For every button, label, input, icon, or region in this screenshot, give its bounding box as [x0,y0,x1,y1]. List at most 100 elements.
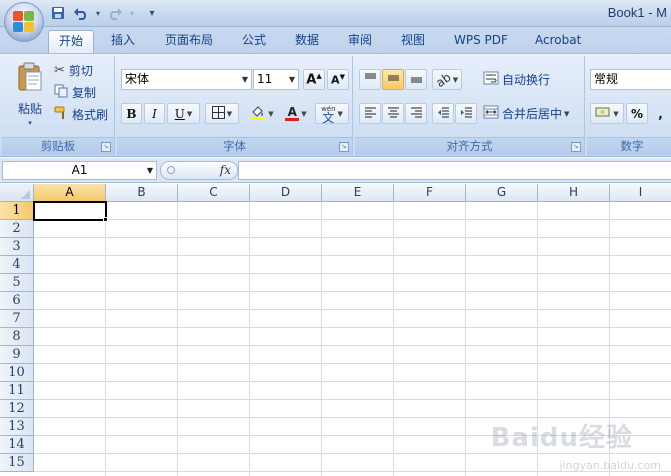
column-header[interactable]: H [538,184,610,202]
paste-button[interactable]: 粘贴 ▾ [10,60,50,130]
cut-button[interactable]: ✂ 剪切 [54,60,93,80]
font-name-combo[interactable]: 宋体 ▼ [121,69,252,90]
fill-handle[interactable] [103,217,108,222]
row-header[interactable]: 2 [0,220,34,238]
row-header[interactable]: 13 [0,418,34,436]
format-painter-icon [54,106,68,123]
formula-bar-grip-icon[interactable] [167,166,175,174]
align-middle-button[interactable] [382,69,404,90]
title-bar: ▾ ▾ ▾ Book1 - M [0,0,671,27]
orientation-button[interactable]: ab ▼ [432,69,462,90]
row-header[interactable]: 1 [0,202,34,220]
tab-page-layout[interactable]: 页面布局 [155,30,223,53]
align-left-button[interactable] [359,103,381,124]
align-center-button[interactable] [382,103,404,124]
row-header[interactable]: 8 [0,328,34,346]
tab-formulas[interactable]: 公式 [232,30,276,53]
select-all-corner[interactable] [0,184,34,202]
column-header[interactable]: F [394,184,466,202]
font-size-combo[interactable]: 11 ▼ [253,69,299,90]
row-header[interactable]: 5 [0,274,34,292]
undo-icon[interactable] [71,4,91,22]
comma-icon: , [658,106,663,121]
insert-function-icon[interactable]: fx [220,162,231,179]
fill-color-dropdown-icon[interactable]: ▼ [268,110,273,118]
column-header[interactable]: B [106,184,178,202]
borders-dropdown-icon[interactable]: ▼ [227,110,232,118]
column-header[interactable]: C [178,184,250,202]
number-format-combo[interactable]: 常规 [590,69,671,90]
font-color-button[interactable]: A ▼ [279,103,313,124]
save-icon[interactable] [48,4,68,22]
font-size-dropdown-icon[interactable]: ▼ [289,70,295,89]
redo-icon[interactable] [105,4,125,22]
font-color-dropdown-icon[interactable]: ▼ [301,110,306,118]
clipboard-launcher-icon[interactable]: ↘ [101,142,111,152]
comma-style-button[interactable]: , [650,103,671,124]
number-format-value: 常规 [594,72,619,86]
row-header[interactable]: 11 [0,382,34,400]
name-box-dropdown-icon[interactable]: ▼ [147,162,153,179]
column-header[interactable]: E [322,184,394,202]
wrap-text-button[interactable]: 自动换行 [483,69,559,90]
wrap-text-label: 自动换行 [502,73,551,87]
increase-indent-button[interactable] [455,103,477,124]
redo-dropdown-icon[interactable]: ▾ [128,4,136,22]
tab-review[interactable]: 审阅 [338,30,382,53]
accounting-format-button[interactable]: ▼ [590,103,624,124]
shrink-font-button[interactable]: A▼ [327,69,349,90]
bold-button[interactable]: B [121,103,142,124]
row-header[interactable]: 12 [0,400,34,418]
wrap-text-icon [483,71,499,88]
align-right-button[interactable] [405,103,427,124]
borders-icon [211,105,225,122]
row-header[interactable]: 7 [0,310,34,328]
italic-button[interactable]: I [144,103,165,124]
undo-dropdown-icon[interactable]: ▾ [94,4,102,22]
font-launcher-icon[interactable]: ↘ [339,142,349,152]
grow-font-button[interactable]: A▲ [303,69,325,90]
copy-button[interactable]: 复制 [54,82,96,102]
accounting-format-dropdown-icon[interactable]: ▼ [613,110,618,118]
merge-center-button[interactable]: 合并后居中 ▼ [483,103,579,124]
alignment-launcher-icon[interactable]: ↘ [571,142,581,152]
align-bottom-button[interactable] [405,69,427,90]
tab-acrobat[interactable]: Acrobat [525,30,591,53]
borders-button[interactable]: ▼ [205,103,239,124]
column-header[interactable]: I [610,184,671,202]
phonetic-dropdown-icon[interactable]: ▼ [338,110,343,118]
row-header[interactable]: 14 [0,436,34,454]
percent-style-button[interactable]: % [626,103,648,124]
column-header[interactable]: A [34,184,106,202]
customize-qat-icon[interactable]: ▾ [145,4,159,22]
orientation-dropdown-icon[interactable]: ▼ [453,76,458,84]
tab-data[interactable]: 数据 [285,30,329,53]
tab-wps-pdf[interactable]: WPS PDF [444,30,518,53]
decrease-indent-button[interactable] [432,103,454,124]
merge-center-dropdown-icon[interactable]: ▼ [564,110,569,118]
currency-icon [595,105,611,122]
format-painter-button[interactable]: 格式刷 [54,104,108,124]
tab-home[interactable]: 开始 [48,30,95,53]
underline-dropdown-icon[interactable]: ▼ [187,110,192,118]
column-header[interactable]: G [466,184,538,202]
office-button[interactable] [4,2,44,42]
tab-view[interactable]: 视图 [391,30,435,53]
font-name-dropdown-icon[interactable]: ▼ [242,70,248,89]
fill-color-button[interactable]: ▼ [245,103,279,124]
row-header[interactable]: 15 [0,454,34,472]
underline-button[interactable]: U ▼ [167,103,200,124]
column-header[interactable]: D [250,184,322,202]
row-header[interactable]: 9 [0,346,34,364]
active-cell-a1[interactable] [33,201,107,221]
row-header[interactable]: 4 [0,256,34,274]
name-box[interactable]: A1 ▼ [2,161,157,180]
tab-insert[interactable]: 插入 [101,30,145,53]
formula-input[interactable] [238,161,671,180]
paste-dropdown-icon[interactable]: ▾ [10,119,50,127]
align-top-button[interactable] [359,69,381,90]
row-header[interactable]: 6 [0,292,34,310]
row-header[interactable]: 10 [0,364,34,382]
phonetic-button[interactable]: wén 文 ▼ [315,103,349,124]
row-header[interactable]: 3 [0,238,34,256]
